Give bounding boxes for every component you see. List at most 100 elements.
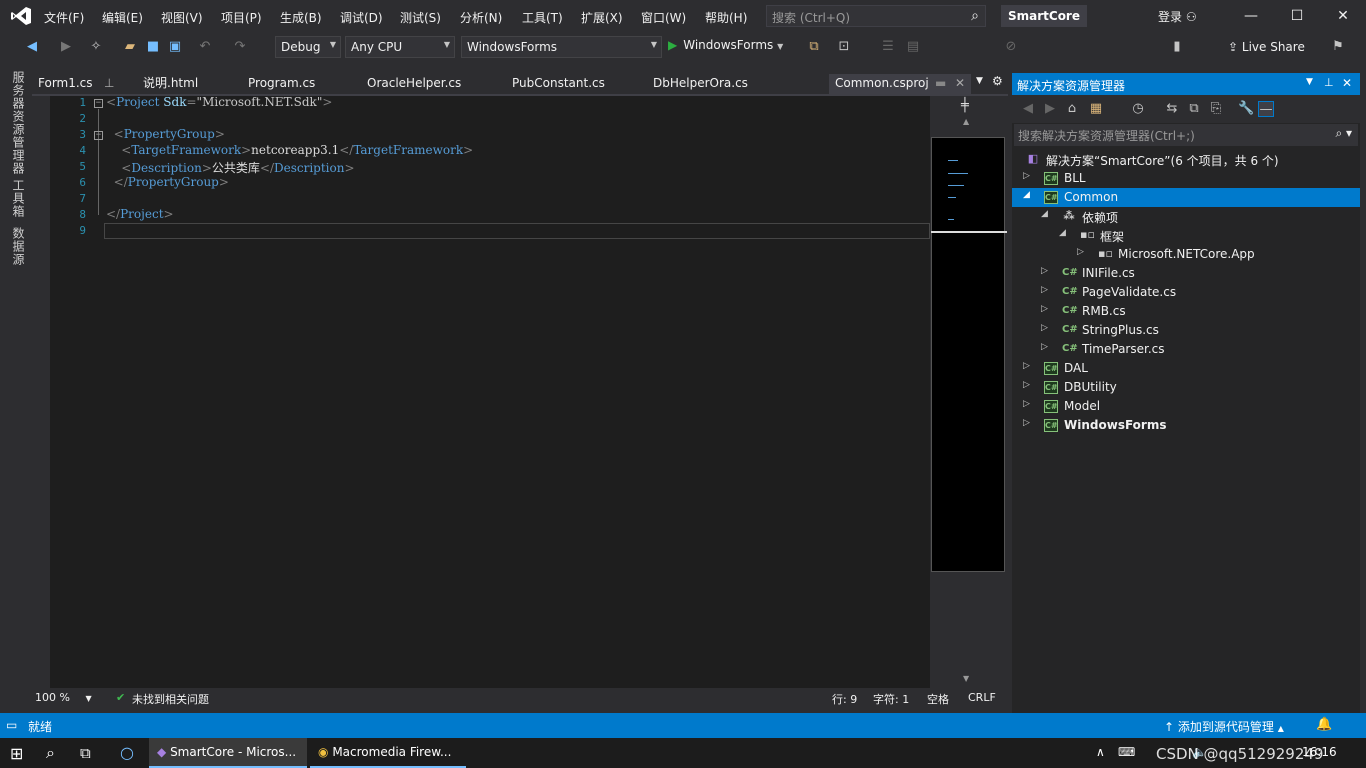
fold-toggle-icon[interactable]: −: [94, 131, 103, 140]
properties-icon[interactable]: 🔧: [1238, 101, 1254, 117]
collapse-icon[interactable]: ◢: [1059, 228, 1066, 238]
hot-reload-icon[interactable]: ⊡: [836, 39, 852, 55]
minimap[interactable]: [931, 137, 1007, 572]
tab-oraclehelper[interactable]: OracleHelper.cs: [361, 74, 461, 94]
configuration-select[interactable]: Debug ▼: [275, 36, 341, 58]
taskbar-item-fireworks[interactable]: ◉ Macromedia Firew...: [310, 738, 466, 768]
tree-project-dbutility[interactable]: ▷ C# DBUtility: [1012, 378, 1360, 397]
menu-view[interactable]: 视图(V): [161, 9, 203, 26]
data-sources-tab[interactable]: 数据源: [10, 227, 27, 266]
tree-file-rmb[interactable]: ▷ C# RMB.cs: [1012, 302, 1360, 321]
bookmark-icon[interactable]: ▮: [1169, 39, 1185, 55]
tree-netcore-app[interactable]: ▷ ▪▫ Microsoft.NETCore.App: [1012, 245, 1360, 264]
tree-file-pagevalidate[interactable]: ▷ C# PageValidate.cs: [1012, 283, 1360, 302]
pending-changes-icon[interactable]: ◷: [1130, 101, 1146, 117]
browser-link-icon[interactable]: ⧉: [806, 39, 822, 55]
preview-icon[interactable]: —: [1258, 101, 1274, 117]
menu-tools[interactable]: 工具(T): [522, 9, 563, 26]
minimize-icon[interactable]: —: [1241, 6, 1261, 26]
expand-icon[interactable]: ▷: [1023, 171, 1030, 181]
menu-edit[interactable]: 编辑(E): [102, 9, 143, 26]
cortana-icon[interactable]: ○: [120, 743, 134, 762]
back-icon[interactable]: ◀: [1020, 101, 1036, 117]
expand-icon[interactable]: ▷: [1041, 285, 1048, 295]
tree-project-bll[interactable]: ▷ C# BLL: [1012, 169, 1360, 188]
expand-icon[interactable]: ▷: [1041, 323, 1048, 333]
tree-dependencies[interactable]: ◢ ⁂ 依赖项: [1012, 207, 1360, 226]
tree-file-inifile[interactable]: ▷ C# INIFile.cs: [1012, 264, 1360, 283]
tree-project-common[interactable]: ◢ C# Common: [1012, 188, 1360, 207]
forward-icon[interactable]: ▶: [58, 39, 74, 55]
tree-project-dal[interactable]: ▷ C# DAL: [1012, 359, 1360, 378]
forward-icon[interactable]: ▶: [1042, 101, 1058, 117]
save-all-icon[interactable]: ▣: [167, 39, 183, 55]
menu-file[interactable]: 文件(F): [44, 9, 84, 26]
new-project-icon[interactable]: ✧: [88, 39, 104, 55]
startup-project-select[interactable]: WindowsForms ▼: [461, 36, 662, 58]
menu-window[interactable]: 窗口(W): [641, 9, 686, 26]
whitespace-indicator[interactable]: 空格: [927, 691, 949, 707]
task-view-icon[interactable]: ⧉: [80, 744, 91, 762]
split-icon[interactable]: ╪: [961, 98, 969, 113]
collapse-icon[interactable]: ◢: [1023, 190, 1030, 200]
back-icon[interactable]: ◀: [24, 39, 40, 55]
tab-common-csproj[interactable]: Common.csproj ▬ ✕: [829, 74, 971, 94]
menu-debug[interactable]: 调试(D): [340, 9, 383, 26]
feedback-icon[interactable]: ⚑: [1330, 39, 1346, 55]
pin-icon[interactable]: ⊥: [1324, 76, 1334, 89]
visual-studio-logo-icon[interactable]: [10, 6, 32, 26]
menu-build[interactable]: 生成(B): [280, 9, 322, 26]
pin-icon[interactable]: ▬: [935, 74, 946, 92]
tree-project-model[interactable]: ▷ C# Model: [1012, 397, 1360, 416]
comment-icon[interactable]: ☰: [880, 39, 896, 55]
menu-extensions[interactable]: 扩展(X): [581, 9, 623, 26]
fold-toggle-icon[interactable]: −: [94, 99, 103, 108]
start-debugging-button[interactable]: ▶ WindowsForms ▼: [668, 38, 783, 52]
scroll-down-icon[interactable]: ▼: [963, 674, 969, 683]
taskbar-item-visual-studio[interactable]: ◆ SmartCore - Micros...: [149, 738, 307, 768]
source-control-button[interactable]: ↑ 添加到源代码管理 ▲: [1164, 718, 1284, 735]
line-ending-indicator[interactable]: CRLF: [968, 691, 996, 704]
solution-explorer-search-input[interactable]: 搜索解决方案资源管理器(Ctrl+;) ⌕ ▾: [1014, 124, 1358, 146]
tree-file-timeparser[interactable]: ▷ C# TimeParser.cs: [1012, 340, 1360, 359]
menu-test[interactable]: 测试(S): [400, 9, 441, 26]
panel-menu-icon[interactable]: ▼: [1306, 77, 1313, 87]
close-icon[interactable]: ✕: [1342, 76, 1352, 90]
tab-program[interactable]: Program.cs: [242, 74, 315, 94]
save-icon[interactable]: ■: [145, 39, 161, 55]
issues-status[interactable]: 未找到相关问题: [132, 691, 209, 707]
sync-icon[interactable]: ⇆: [1164, 101, 1180, 117]
tab-dropdown-icon[interactable]: ▼: [976, 76, 983, 86]
tab-pubconstant[interactable]: PubConstant.cs: [506, 74, 605, 94]
windows-start-icon[interactable]: ⊞: [10, 744, 23, 763]
expand-icon[interactable]: ▷: [1023, 399, 1030, 409]
expand-icon[interactable]: ▷: [1023, 380, 1030, 390]
platform-select[interactable]: Any CPU ▼: [345, 36, 455, 58]
pin-icon[interactable]: ⊥: [104, 74, 114, 92]
menu-help[interactable]: 帮助(H): [705, 9, 747, 26]
toolbox-tab[interactable]: 工具箱: [10, 179, 27, 218]
redo-icon[interactable]: ↷: [232, 39, 248, 55]
column-indicator[interactable]: 字符: 1: [873, 691, 909, 707]
tab-form1[interactable]: Form1.cs ⊥: [32, 74, 132, 94]
server-explorer-tab[interactable]: 服务器资源管理器: [10, 71, 27, 175]
tab-readme[interactable]: 说明.html: [137, 74, 198, 94]
scroll-up-icon[interactable]: ▲: [963, 117, 969, 126]
gear-icon[interactable]: ⚙: [992, 74, 1003, 88]
breakpoint-icon[interactable]: ⊘: [1003, 39, 1019, 55]
code-editor[interactable]: 1 2 3 4 5 6 7 8 9 − − <Project Sdk="Micr…: [32, 95, 930, 688]
tab-dbhelperora[interactable]: DbHelperOra.cs: [647, 74, 748, 94]
close-icon[interactable]: ✕: [1333, 6, 1353, 26]
clock[interactable]: 16:16: [1302, 745, 1337, 759]
zoom-select[interactable]: 100 % ▼: [35, 691, 92, 704]
tree-project-windowsforms[interactable]: ▷ C# WindowsForms: [1012, 416, 1360, 435]
collapse-all-icon[interactable]: ⧉: [1186, 101, 1202, 117]
expand-icon[interactable]: ▷: [1041, 304, 1048, 314]
notification-bell-icon[interactable]: 🔔: [1316, 717, 1332, 732]
tree-frameworks[interactable]: ◢ ▪▫ 框架: [1012, 226, 1360, 245]
close-tab-icon[interactable]: ✕: [955, 74, 965, 92]
home-icon[interactable]: ⌂: [1064, 101, 1080, 117]
expand-icon[interactable]: ▷: [1023, 361, 1030, 371]
tree-solution-node[interactable]: ◧ 解决方案“SmartCore”(6 个项目，共 6 个): [1012, 150, 1360, 169]
show-all-files-icon[interactable]: ⎘: [1208, 101, 1224, 117]
